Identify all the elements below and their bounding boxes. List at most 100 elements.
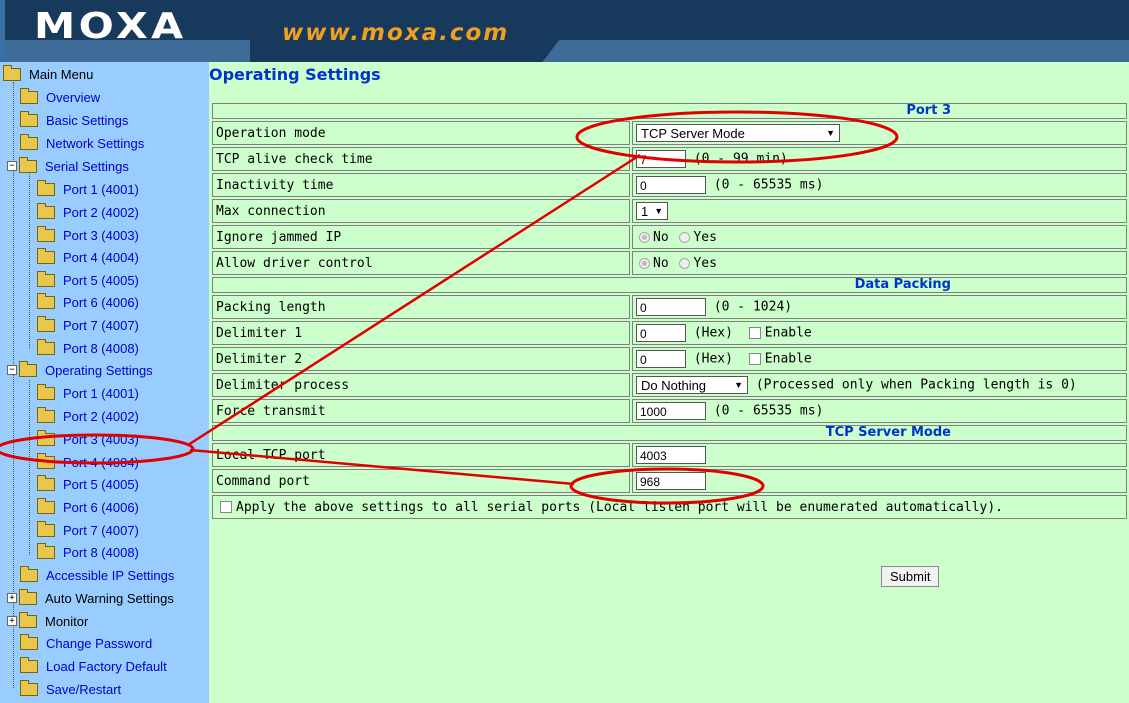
command-port-input[interactable]: 968: [636, 472, 706, 490]
sidebar-item-op-port-6[interactable]: Port 6 (4006): [37, 496, 139, 518]
radio-yes[interactable]: [679, 231, 691, 243]
collapse-icon[interactable]: −: [7, 161, 17, 171]
sidebar-item-basic-settings[interactable]: Basic Settings: [20, 109, 128, 131]
sidebar-item-label: Port 1 (4001): [63, 385, 139, 401]
select-value: 1: [641, 203, 649, 219]
radio-no[interactable]: [639, 231, 650, 243]
field-hint: (Processed only when Packing length is 0…: [755, 377, 1077, 393]
folder-icon: [37, 202, 55, 219]
sidebar-item-overview[interactable]: Overview: [20, 86, 100, 108]
sidebar-item-label: Port 1 (4001): [63, 181, 139, 197]
radio-yes[interactable]: [679, 257, 691, 269]
packing-length-input[interactable]: 0: [636, 298, 706, 316]
site-url: www.moxa.com: [282, 20, 510, 46]
sidebar-item-serial-port-5[interactable]: Port 5 (4005): [37, 269, 139, 291]
field-label: Packing length: [212, 295, 630, 319]
delimiter-process-select[interactable]: Do Nothing ▼: [636, 376, 748, 394]
sidebar-item-label: Basic Settings: [46, 112, 129, 128]
section-row: Port 3: [212, 103, 1127, 119]
sidebar-item-serial-port-7[interactable]: Port 7 (4007): [37, 314, 139, 336]
header-edge: [0, 0, 5, 62]
table-row: Ignore jammed IP No Yes: [212, 225, 1127, 249]
field-hint: (0 - 99 min): [693, 151, 788, 167]
sidebar-item-op-port-5[interactable]: Port 5 (4005): [37, 473, 139, 495]
table-row: Delimiter 1 0 (Hex) Enable: [212, 321, 1127, 345]
section-row: TCP Server Mode: [212, 425, 1127, 441]
sidebar-item-op-port-1[interactable]: Port 1 (4001): [37, 382, 139, 404]
sidebar-item-label: Load Factory Default: [46, 658, 167, 674]
sidebar-item-op-port-3[interactable]: Port 3 (4003): [37, 428, 139, 450]
field-label: Force transmit: [212, 399, 630, 423]
checkbox-label: Enable: [764, 351, 812, 367]
sidebar-item-load-factory-default[interactable]: Load Factory Default: [20, 655, 167, 677]
delimiter1-input[interactable]: 0: [636, 324, 686, 342]
folder-open-icon: [19, 360, 37, 377]
sidebar-item-serial-port-4[interactable]: Port 4 (4004): [37, 246, 139, 268]
sidebar-item-serial-port-1[interactable]: Port 1 (4001): [37, 178, 139, 200]
inactivity-input[interactable]: 0: [636, 176, 706, 194]
local-tcp-port-input[interactable]: 4003: [636, 446, 706, 464]
expand-icon[interactable]: +: [7, 593, 17, 603]
sidebar-item-label: Port 3 (4003): [63, 431, 139, 447]
field-value-cell: 968: [632, 469, 1127, 493]
field-label: Inactivity time: [212, 173, 630, 197]
table-row: Packing length 0 (0 - 1024): [212, 295, 1127, 319]
sidebar-item-op-port-2[interactable]: Port 2 (4002): [37, 405, 139, 427]
collapse-icon[interactable]: −: [7, 365, 17, 375]
sidebar-item-serial-port-8[interactable]: Port 8 (4008): [37, 337, 139, 359]
field-label: Command port: [212, 469, 630, 493]
sidebar-item-label: Serial Settings: [45, 158, 129, 174]
select-value: TCP Server Mode: [641, 125, 745, 141]
apply-all-cell: Apply the above settings to all serial p…: [212, 495, 1127, 519]
sidebar-item-auto-warning[interactable]: + Auto Warning Settings: [7, 587, 174, 609]
operation-mode-select[interactable]: TCP Server Mode ▼: [636, 124, 840, 142]
sidebar-item-accessible-ip[interactable]: Accessible IP Settings: [20, 564, 174, 586]
section-mode-header: TCP Server Mode: [212, 425, 1127, 441]
sidebar-item-serial-settings[interactable]: − Serial Settings: [7, 155, 129, 177]
field-label: Operation mode: [212, 121, 630, 145]
force-transmit-input[interactable]: 1000: [636, 402, 706, 420]
sidebar-item-op-port-8[interactable]: Port 8 (4008): [37, 541, 139, 563]
sidebar-item-label: Overview: [46, 89, 101, 105]
table-row: Local TCP port 4003: [212, 443, 1127, 467]
expand-icon[interactable]: +: [7, 616, 17, 626]
radio-no[interactable]: [639, 257, 650, 269]
table-row: Apply the above settings to all serial p…: [212, 495, 1127, 519]
sidebar-item-operating-settings[interactable]: − Operating Settings: [7, 359, 153, 381]
section-port-header: Port 3: [212, 103, 1127, 119]
sidebar-item-serial-port-2[interactable]: Port 2 (4002): [37, 201, 139, 223]
settings-table: Port 3 Operation mode TCP Server Mode ▼ …: [210, 101, 1129, 521]
field-label: Max connection: [212, 199, 630, 223]
sidebar-item-label: Monitor: [45, 613, 89, 629]
sidebar-item-label: Port 2 (4002): [63, 204, 139, 220]
sidebar-item-network-settings[interactable]: Network Settings: [20, 132, 144, 154]
tcp-alive-input[interactable]: 7: [636, 150, 686, 168]
folder-icon: [37, 542, 55, 559]
field-label: Delimiter 1: [212, 321, 630, 345]
sidebar-item-save-restart[interactable]: Save/Restart: [20, 678, 121, 700]
sidebar-item-serial-port-6[interactable]: Port 6 (4006): [37, 291, 139, 313]
delimiter1-enable-checkbox[interactable]: [748, 327, 761, 339]
table-row: Command port 968: [212, 469, 1127, 493]
tree-line-serial: [29, 174, 30, 349]
delimiter2-input[interactable]: 0: [636, 350, 686, 368]
max-connection-select[interactable]: 1 ▼: [636, 202, 668, 220]
folder-icon: [20, 565, 38, 582]
sidebar-item-main-menu[interactable]: Main Menu: [3, 63, 93, 85]
radio-label: Yes: [693, 255, 717, 271]
delimiter2-enable-checkbox[interactable]: [748, 353, 761, 365]
sidebar-item-monitor[interactable]: + Monitor: [7, 610, 88, 632]
sidebar-item-label: Network Settings: [46, 135, 145, 151]
sidebar-item-op-port-4[interactable]: Port 4 (4004): [37, 451, 139, 473]
folder-icon: [37, 179, 55, 196]
sidebar-item-op-port-7[interactable]: Port 7 (4007): [37, 519, 139, 541]
table-row: Delimiter 2 0 (Hex) Enable: [212, 347, 1127, 371]
sidebar-item-serial-port-3[interactable]: Port 3 (4003): [37, 224, 139, 246]
main-content: Operating Settings Port 3 Operation mode…: [209, 62, 1129, 703]
field-value-cell: 1 ▼: [632, 199, 1127, 223]
sidebar-item-change-password[interactable]: Change Password: [20, 632, 152, 654]
folder-icon: [37, 406, 55, 423]
submit-button[interactable]: Submit: [881, 566, 940, 587]
folder-icon: [19, 588, 37, 605]
apply-all-checkbox[interactable]: [220, 501, 232, 513]
